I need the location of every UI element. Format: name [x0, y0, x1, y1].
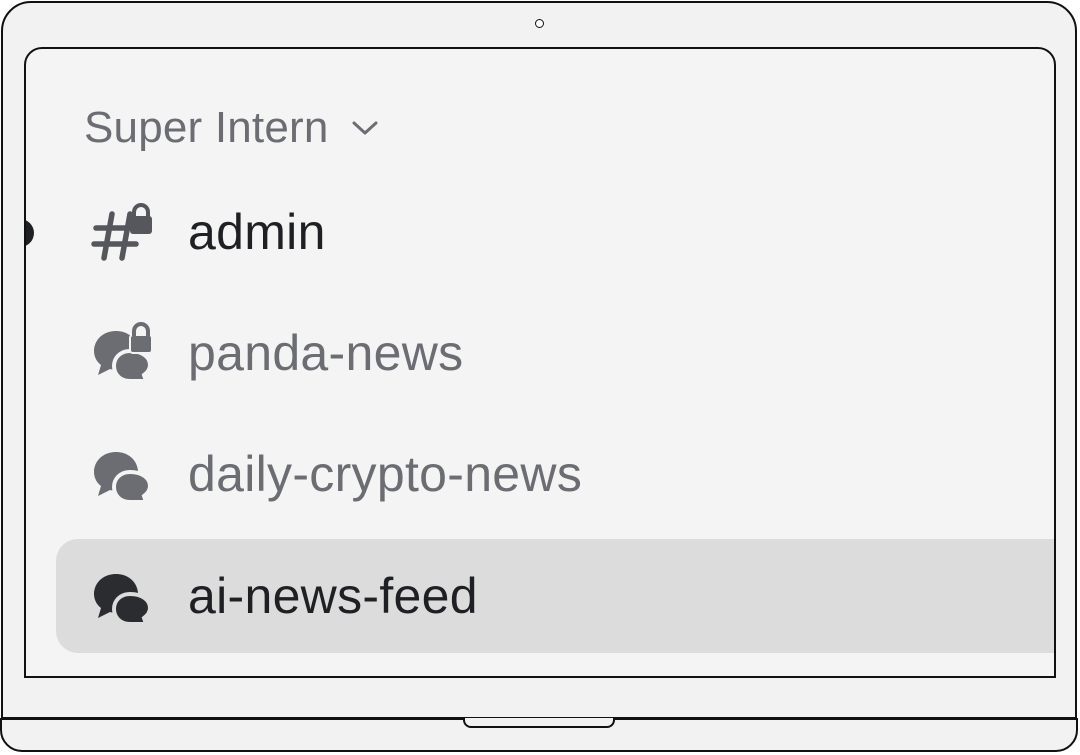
laptop-frame: Super Intern admin panda-news daily-cryp… — [0, 0, 1080, 755]
laptop-notch — [463, 718, 615, 728]
server-header[interactable]: Super Intern — [84, 103, 379, 153]
forum-channel-icon — [90, 564, 154, 628]
channel-label: panda-news — [188, 325, 464, 381]
locked-text-channel-icon — [90, 200, 154, 264]
channel-admin[interactable]: admin — [56, 175, 1054, 289]
webcam — [535, 19, 544, 28]
forum-channel-icon — [90, 442, 154, 506]
channel-panda-news[interactable]: panda-news — [56, 296, 1054, 410]
screen: Super Intern admin panda-news daily-cryp… — [24, 47, 1056, 678]
channel-label: ai-news-feed — [188, 568, 478, 624]
channel-ai-news-feed[interactable]: ai-news-feed — [56, 539, 1054, 653]
channel-label: daily-crypto-news — [188, 446, 583, 502]
unread-indicator — [26, 219, 34, 247]
channel-label: admin — [188, 204, 326, 260]
server-name: Super Intern — [84, 103, 329, 152]
locked-forum-channel-icon — [90, 321, 154, 385]
chevron-down-icon — [351, 119, 379, 137]
channel-daily-crypto-news[interactable]: daily-crypto-news — [56, 417, 1054, 531]
